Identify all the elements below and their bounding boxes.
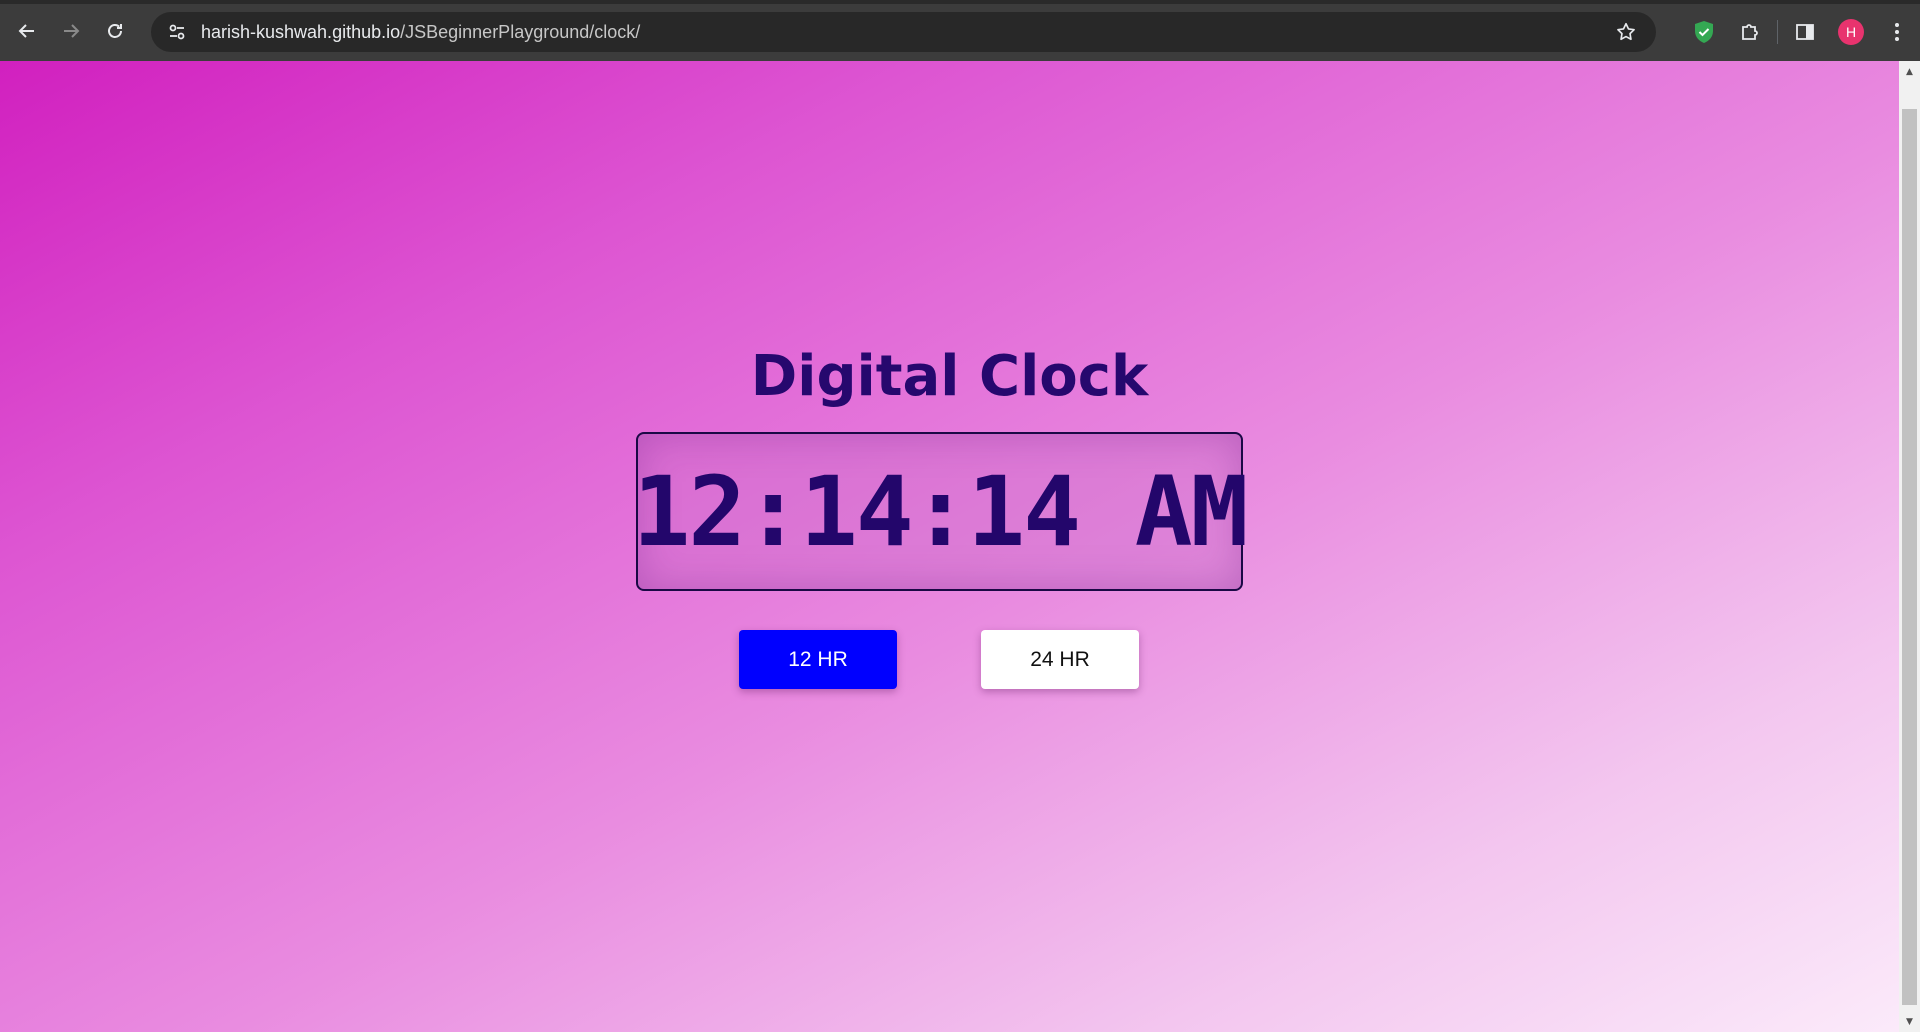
profile-button[interactable]: H: [1828, 10, 1874, 54]
clock-display: 12:14:14 AM: [633, 432, 1248, 591]
avatar: H: [1838, 19, 1864, 45]
tab-strip: [0, 0, 1920, 4]
24-hour-button[interactable]: 24 HR: [981, 630, 1139, 689]
toolbar-divider: [1777, 20, 1778, 44]
url-text[interactable]: harish-kushwah.github.io/JSBeginnerPlayg…: [201, 22, 640, 43]
toolbar-actions: H: [1681, 10, 1920, 54]
vertical-scrollbar[interactable]: ▲ ▼: [1899, 61, 1920, 1032]
shield-extension-button[interactable]: [1681, 10, 1727, 54]
page-viewport: Digital Clock 12:14:14 AM 12 HR 24 HR: [0, 61, 1899, 1032]
arrow-left-icon: [18, 23, 34, 38]
extensions-button[interactable]: [1727, 10, 1773, 54]
browser-toolbar: harish-kushwah.github.io/JSBeginnerPlayg…: [0, 0, 1920, 61]
browser-menu-button[interactable]: [1874, 10, 1920, 54]
site-info-button[interactable]: [157, 12, 197, 52]
forward-button[interactable]: [49, 9, 93, 53]
reload-button[interactable]: [93, 9, 137, 53]
back-button[interactable]: [5, 9, 49, 53]
scroll-up-arrow[interactable]: ▲: [1899, 63, 1920, 80]
tune-icon: [169, 24, 185, 40]
clock-app: Digital Clock 12:14:14 AM 12 HR 24 HR: [0, 61, 1899, 1032]
arrow-right-icon: [64, 23, 80, 38]
kebab-menu-icon: [1895, 23, 1899, 41]
address-bar[interactable]: harish-kushwah.github.io/JSBeginnerPlayg…: [151, 12, 1656, 52]
url-path: /JSBeginnerPlayground/clock/: [400, 21, 641, 42]
side-panel-icon: [1796, 24, 1814, 40]
star-icon: [1617, 22, 1635, 41]
clock-time: 12:14:14 AM: [632, 455, 1249, 568]
scroll-thumb[interactable]: [1902, 109, 1917, 1005]
bookmark-button[interactable]: [1612, 18, 1640, 46]
side-panel-button[interactable]: [1782, 10, 1828, 54]
puzzle-icon: [1742, 24, 1758, 40]
shield-check-icon: [1695, 21, 1713, 43]
12-hour-button[interactable]: 12 HR: [739, 630, 897, 689]
scroll-down-arrow[interactable]: ▼: [1899, 1013, 1920, 1030]
page-title: Digital Clock: [750, 344, 1149, 409]
reload-icon: [108, 23, 122, 38]
url-host: harish-kushwah.github.io: [201, 21, 401, 42]
